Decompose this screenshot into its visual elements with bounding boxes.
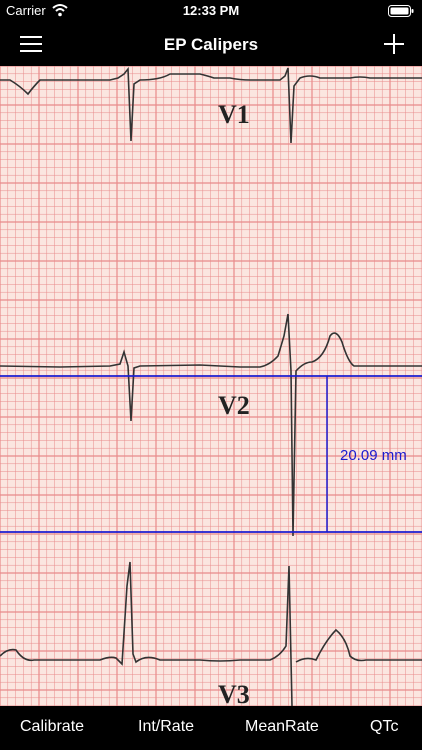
bottom-toolbar: Calibrate Int/Rate MeanRate QTc [0,706,422,750]
battery-icon [388,5,414,17]
qtc-button[interactable]: QTc [370,718,398,736]
lead-label-v1: V1 [218,100,250,129]
ecg-tracing[interactable]: V1 V2 V3 20.09 mm [0,66,422,706]
status-bar: Carrier 12:33 PM [0,0,422,22]
plus-icon[interactable] [382,32,406,56]
navigation-bar: EP Calipers [0,22,422,66]
clock-time: 12:33 PM [182,3,240,18]
interval-rate-button[interactable]: Int/Rate [138,718,194,736]
caliper-measurement: 20.09 mm [340,447,407,464]
calibrate-button[interactable]: Calibrate [20,718,84,736]
page-title: EP Calipers [163,35,259,54]
lead-label-v2: V2 [218,391,250,420]
ecg-image-area[interactable]: V1 V2 V3 20.09 mm [0,66,422,706]
mean-rate-button[interactable]: MeanRate [245,718,319,736]
lead-label-v3: V3 [218,680,250,706]
